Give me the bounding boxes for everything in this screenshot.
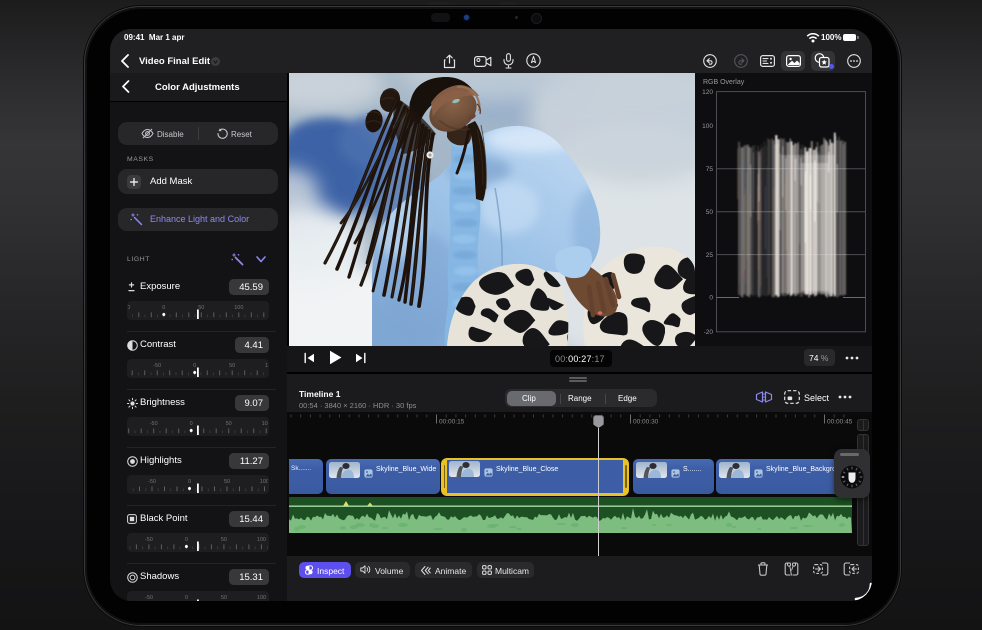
- svg-text:100: 100: [260, 479, 269, 485]
- svg-text:25: 25: [706, 252, 714, 259]
- svg-text:120: 120: [702, 89, 713, 96]
- svg-text:00:00:15: 00:00:15: [439, 419, 465, 426]
- svg-text:50: 50: [198, 305, 204, 311]
- svg-text:0: 0: [190, 421, 193, 427]
- svg-text:-20: -20: [704, 329, 714, 336]
- svg-text:50: 50: [226, 421, 232, 427]
- svg-text:-50: -50: [150, 421, 158, 427]
- svg-text:100: 100: [702, 123, 713, 130]
- svg-text:75: 75: [706, 166, 714, 173]
- svg-text:50: 50: [224, 479, 230, 485]
- svg-text:0: 0: [185, 537, 188, 543]
- svg-text:50: 50: [221, 537, 227, 543]
- svg-text:-50: -50: [145, 595, 153, 601]
- svg-text:50: 50: [706, 209, 714, 216]
- svg-text:0: 0: [193, 363, 196, 369]
- svg-text:50: 50: [229, 363, 235, 369]
- svg-text:50: 50: [221, 595, 227, 601]
- svg-text:0: 0: [185, 595, 188, 601]
- svg-text:0: 0: [188, 479, 191, 485]
- svg-text:-50: -50: [145, 537, 153, 543]
- svg-text:-50: -50: [153, 363, 161, 369]
- svg-text:0: 0: [709, 295, 713, 302]
- svg-text:00:00:45: 00:00:45: [827, 419, 853, 426]
- svg-text:00:00:30: 00:00:30: [633, 419, 659, 426]
- svg-text:0: 0: [162, 305, 165, 311]
- svg-text:-50: -50: [148, 479, 156, 485]
- svg-text:100: 100: [257, 595, 266, 601]
- svg-text:100: 100: [234, 305, 243, 311]
- svg-text:100: 100: [257, 537, 266, 543]
